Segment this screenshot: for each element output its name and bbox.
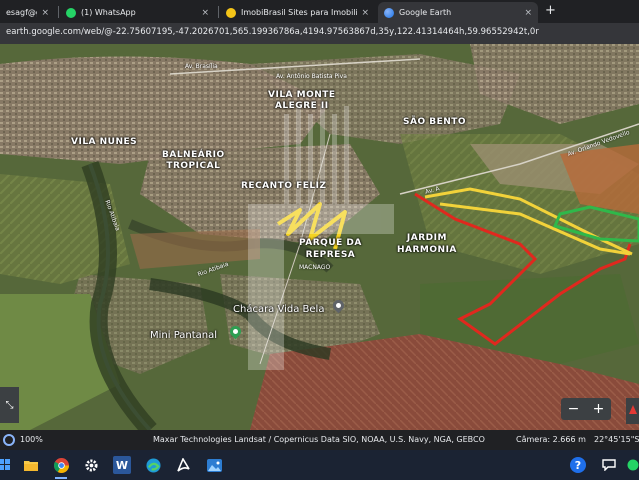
close-icon[interactable]: × — [201, 8, 209, 18]
coordinates: 22°45'15"S — [594, 435, 639, 444]
place-label-chacara-vida-bela[interactable]: Chácara Vida Bela — [233, 304, 324, 315]
tab-separator — [58, 6, 59, 18]
new-tab-button[interactable]: + — [545, 3, 556, 18]
camera-altitude: Câmera: 2.666 m — [516, 435, 586, 444]
tab-imobibrasil[interactable]: ImobiBrasil Sites para Imobiliárias e × — [220, 2, 375, 23]
place-label-vila-nunes: VILA NUNES — [71, 137, 138, 147]
tab-gmail[interactable]: esagf@gmail.com × — [0, 2, 55, 23]
place-label-recanto-feliz: RECANTO FELIZ — [241, 181, 327, 191]
settings-icon[interactable] — [82, 456, 100, 474]
close-icon[interactable]: × — [41, 8, 49, 18]
place-label-vila-monte-alegre: VILA MONTE ALEGRE II — [268, 90, 336, 111]
imobibrasil-icon — [226, 7, 236, 18]
map-tools-button[interactable]: ⤡ — [0, 387, 19, 423]
windows-icon[interactable] — [0, 456, 14, 474]
url-text[interactable]: earth.google.com/web/@-22.75607195,-47.2… — [6, 27, 539, 37]
help-icon[interactable]: ? — [570, 457, 586, 473]
tab-title: Google Earth — [399, 8, 452, 17]
earth-map-view[interactable]: VILA MONTE ALEGRE II SÃO BENTO VILA NUNE… — [0, 44, 639, 430]
tab-whatsapp[interactable]: (1) WhatsApp × — [60, 2, 215, 23]
compass-icon[interactable] — [626, 398, 639, 424]
google-earth-icon — [384, 7, 394, 18]
photos-icon[interactable] — [205, 456, 223, 474]
tab-title: (1) WhatsApp — [81, 8, 136, 17]
place-label-mini-pantanal[interactable]: Mini Pantanal — [150, 330, 217, 341]
file-explorer-icon[interactable] — [22, 456, 40, 474]
acrobat-icon[interactable] — [174, 456, 192, 474]
zoom-level: 100% — [20, 435, 43, 444]
tab-title: ImobiBrasil Sites para Imobiliárias e — [241, 8, 357, 17]
road-label: Av. Brasília — [185, 63, 218, 70]
road-label: MACNAGO — [299, 264, 331, 271]
whatsapp-icon — [66, 7, 76, 18]
word-icon[interactable]: W — [113, 456, 131, 474]
road-label: Av. Antônio Batista Piva — [276, 73, 347, 80]
place-label-jardim-harmonia: JARDIM HARMONIA — [397, 233, 457, 255]
expand-icon: ⤡ — [5, 399, 14, 411]
tab-separator — [218, 6, 219, 18]
attribution-text: Maxar Technologies Landsat / Copernicus … — [153, 435, 485, 444]
close-icon[interactable]: × — [361, 8, 369, 18]
zoom-out-button[interactable]: − — [568, 401, 580, 417]
edge-icon[interactable] — [144, 456, 162, 474]
close-icon[interactable]: × — [524, 8, 532, 18]
os-taskbar: W ? — [0, 450, 639, 480]
earth-status-bar: 100% Maxar Technologies Landsat / Copern… — [0, 430, 639, 450]
whatsapp-taskbar-icon[interactable] — [624, 456, 639, 474]
zoom-control[interactable]: − + — [561, 398, 611, 420]
tab-google-earth[interactable]: Google Earth × — [378, 2, 538, 23]
place-label-parque-da-represa: PARQUE DA REPRESA — [299, 238, 362, 260]
tab-title: esagf@gmail.com — [6, 8, 37, 17]
zoom-in-button[interactable]: + — [593, 401, 605, 417]
chat-icon[interactable] — [600, 456, 618, 474]
chrome-icon[interactable] — [52, 456, 70, 479]
address-bar[interactable]: earth.google.com/web/@-22.75607195,-47.2… — [0, 23, 639, 44]
loading-spinner-icon — [3, 434, 15, 446]
place-label-sao-bento: SÃO BENTO — [403, 117, 467, 127]
place-label-balneario-tropical: BALNEÁRIO TROPICAL — [162, 150, 225, 171]
browser-tab-strip: esagf@gmail.com × (1) WhatsApp × ImobiBr… — [0, 0, 639, 23]
